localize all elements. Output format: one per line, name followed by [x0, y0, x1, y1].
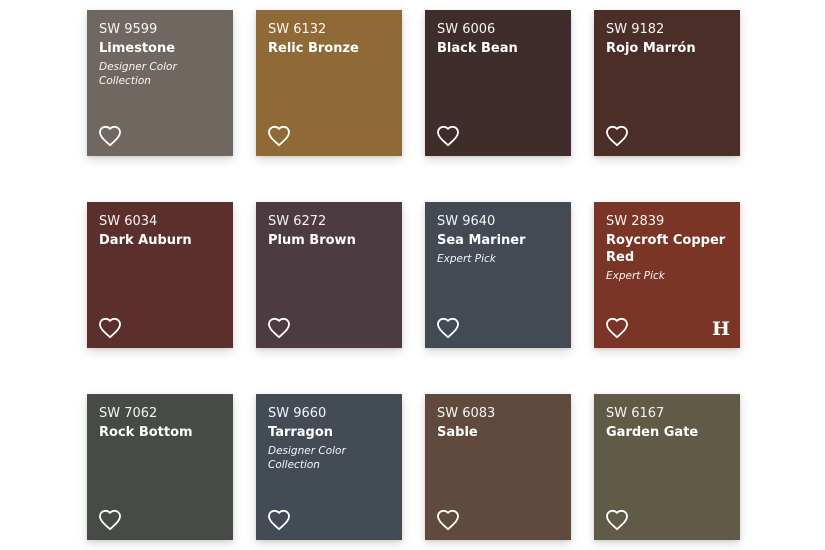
color-swatch[interactable]: SW 6132 Relic Bronze: [256, 10, 402, 156]
heart-icon[interactable]: [436, 125, 460, 147]
heart-icon[interactable]: [267, 125, 291, 147]
heart-icon[interactable]: [267, 317, 291, 339]
color-swatch[interactable]: SW 6272 Plum Brown: [256, 202, 402, 348]
heart-icon[interactable]: [267, 509, 291, 531]
color-swatch[interactable]: SW 9599 Limestone Designer Color Collect…: [87, 10, 233, 156]
color-swatch[interactable]: SW 6006 Black Bean: [425, 10, 571, 156]
color-collection-tag: Designer Color Collection: [99, 61, 177, 87]
brand-logo-icon: H: [712, 318, 730, 340]
color-swatch-grid: SW 9599 Limestone Designer Color Collect…: [87, 10, 740, 540]
heart-icon[interactable]: [98, 509, 122, 531]
color-code: SW 6132: [268, 22, 327, 37]
color-collection-tag: Expert Pick: [606, 270, 665, 282]
heart-icon[interactable]: [605, 125, 629, 147]
color-name: Relic Bronze: [268, 41, 359, 56]
heart-icon[interactable]: [436, 509, 460, 531]
color-code: SW 2839: [606, 214, 665, 229]
color-name: Plum Brown: [268, 233, 356, 248]
color-name: Rock Bottom: [99, 425, 193, 440]
heart-icon[interactable]: [436, 317, 460, 339]
color-collection-tag: Expert Pick: [437, 253, 496, 265]
color-swatch[interactable]: SW 7062 Rock Bottom: [87, 394, 233, 540]
color-name: Sable: [437, 425, 478, 440]
heart-icon[interactable]: [98, 317, 122, 339]
color-code: SW 9182: [606, 22, 665, 37]
color-code: SW 7062: [99, 406, 158, 421]
color-swatch[interactable]: SW 9182 Rojo Marrón: [594, 10, 740, 156]
color-code: SW 9660: [268, 406, 327, 421]
color-code: SW 9640: [437, 214, 496, 229]
heart-icon[interactable]: [605, 509, 629, 531]
color-name: Roycroft Copper Red: [606, 233, 726, 265]
color-swatch[interactable]: SW 2839 Roycroft Copper Red Expert Pick …: [594, 202, 740, 348]
color-name: Dark Auburn: [99, 233, 192, 248]
color-code: SW 6034: [99, 214, 158, 229]
heart-icon[interactable]: [605, 317, 629, 339]
color-name: Tarragon: [268, 425, 334, 440]
color-name: Rojo Marrón: [606, 41, 696, 56]
color-swatch[interactable]: SW 6034 Dark Auburn: [87, 202, 233, 348]
color-name: Limestone: [99, 41, 176, 56]
color-code: SW 6083: [437, 406, 496, 421]
color-name: Sea Mariner: [437, 233, 526, 248]
color-code: SW 9599: [99, 22, 158, 37]
color-swatch[interactable]: SW 9640 Sea Mariner Expert Pick: [425, 202, 571, 348]
color-swatch[interactable]: SW 6083 Sable: [425, 394, 571, 540]
color-code: SW 6272: [268, 214, 327, 229]
color-swatch[interactable]: SW 6167 Garden Gate: [594, 394, 740, 540]
color-code: SW 6167: [606, 406, 665, 421]
color-collection-tag: Designer Color Collection: [268, 445, 346, 471]
color-name: Black Bean: [437, 41, 518, 56]
color-swatch[interactable]: SW 9660 Tarragon Designer Color Collecti…: [256, 394, 402, 540]
color-code: SW 6006: [437, 22, 496, 37]
color-name: Garden Gate: [606, 425, 699, 440]
heart-icon[interactable]: [98, 125, 122, 147]
